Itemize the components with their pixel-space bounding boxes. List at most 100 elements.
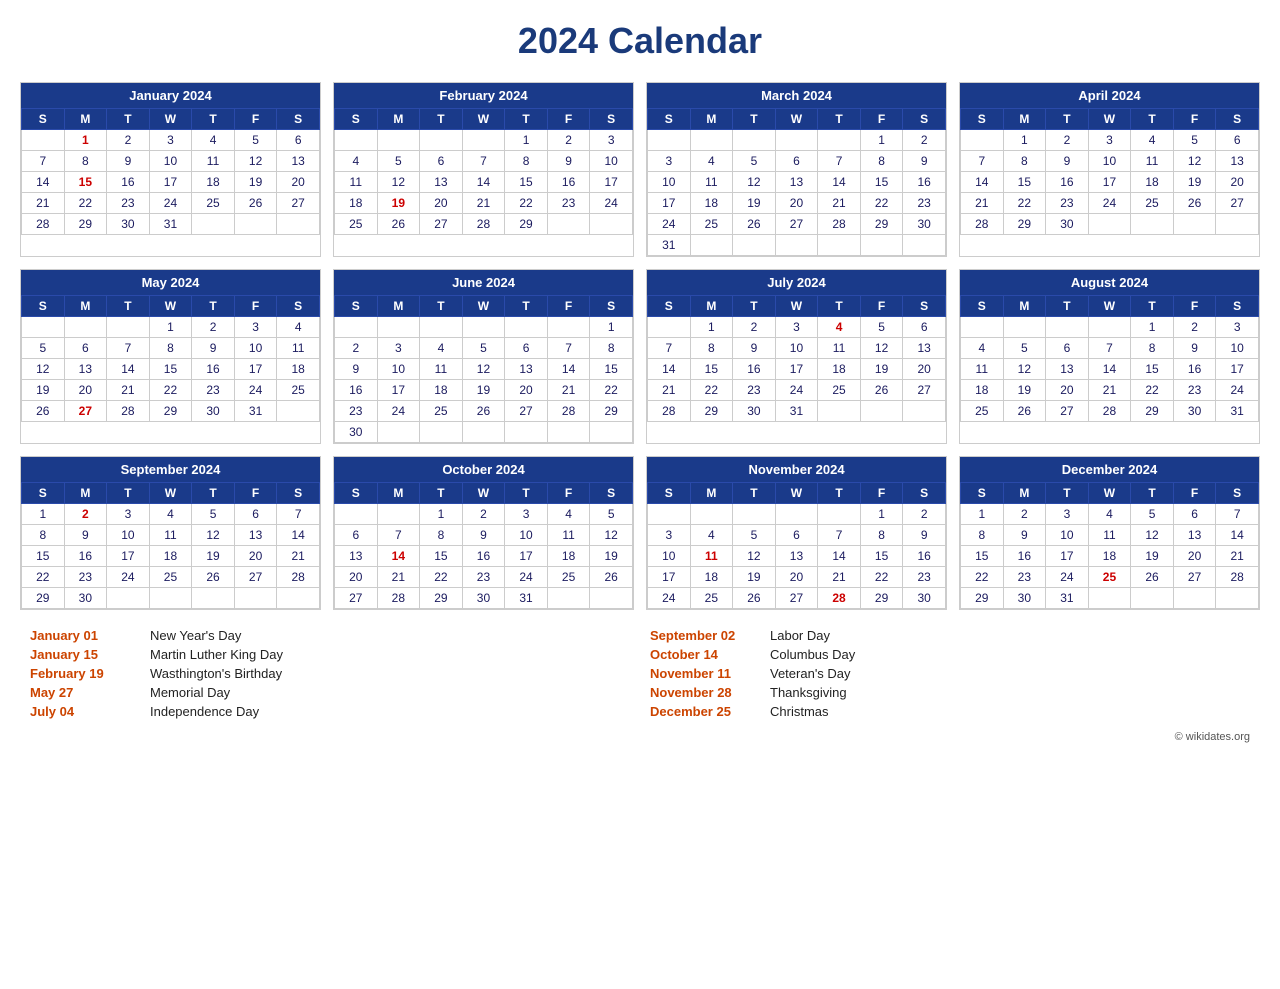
day-cell[interactable]: 25: [420, 401, 463, 422]
day-cell[interactable]: 17: [648, 567, 691, 588]
day-cell[interactable]: 9: [462, 525, 505, 546]
day-cell[interactable]: 21: [818, 193, 861, 214]
day-cell[interactable]: 27: [277, 193, 320, 214]
day-cell[interactable]: [1173, 214, 1216, 235]
day-cell[interactable]: 28: [818, 588, 861, 609]
day-cell[interactable]: [1088, 588, 1131, 609]
day-cell[interactable]: 13: [234, 525, 277, 546]
day-cell[interactable]: 2: [1173, 317, 1216, 338]
day-cell[interactable]: 3: [1088, 130, 1131, 151]
day-cell[interactable]: 1: [961, 504, 1004, 525]
day-cell[interactable]: 1: [860, 504, 903, 525]
day-cell[interactable]: 14: [818, 546, 861, 567]
day-cell[interactable]: 5: [860, 317, 903, 338]
day-cell[interactable]: 13: [1173, 525, 1216, 546]
day-cell[interactable]: 23: [64, 567, 107, 588]
day-cell[interactable]: 3: [377, 338, 420, 359]
day-cell[interactable]: 26: [192, 567, 235, 588]
day-cell[interactable]: [547, 422, 590, 443]
day-cell[interactable]: 21: [961, 193, 1004, 214]
day-cell[interactable]: 20: [335, 567, 378, 588]
day-cell[interactable]: 10: [775, 338, 818, 359]
day-cell[interactable]: 17: [107, 546, 150, 567]
day-cell[interactable]: 15: [505, 172, 548, 193]
day-cell[interactable]: [775, 504, 818, 525]
day-cell[interactable]: 3: [107, 504, 150, 525]
day-cell[interactable]: 14: [961, 172, 1004, 193]
day-cell[interactable]: [462, 422, 505, 443]
day-cell[interactable]: 4: [547, 504, 590, 525]
day-cell[interactable]: 20: [420, 193, 463, 214]
day-cell[interactable]: [420, 422, 463, 443]
day-cell[interactable]: 12: [860, 338, 903, 359]
day-cell[interactable]: 18: [420, 380, 463, 401]
day-cell[interactable]: 2: [1003, 504, 1046, 525]
day-cell[interactable]: 11: [1131, 151, 1174, 172]
day-cell[interactable]: [1131, 214, 1174, 235]
day-cell[interactable]: 21: [462, 193, 505, 214]
day-cell[interactable]: 28: [377, 588, 420, 609]
day-cell[interactable]: 27: [1046, 401, 1089, 422]
day-cell[interactable]: 23: [192, 380, 235, 401]
day-cell[interactable]: 9: [192, 338, 235, 359]
day-cell[interactable]: 18: [818, 359, 861, 380]
day-cell[interactable]: 19: [1003, 380, 1046, 401]
day-cell[interactable]: 6: [1173, 504, 1216, 525]
day-cell[interactable]: 18: [961, 380, 1004, 401]
day-cell[interactable]: 2: [192, 317, 235, 338]
day-cell[interactable]: 21: [547, 380, 590, 401]
day-cell[interactable]: 22: [420, 567, 463, 588]
day-cell[interactable]: 2: [903, 130, 946, 151]
day-cell[interactable]: 12: [1131, 525, 1174, 546]
day-cell[interactable]: [818, 235, 861, 256]
day-cell[interactable]: 28: [1088, 401, 1131, 422]
day-cell[interactable]: 25: [149, 567, 192, 588]
day-cell[interactable]: 16: [1173, 359, 1216, 380]
day-cell[interactable]: 16: [64, 546, 107, 567]
day-cell[interactable]: 11: [420, 359, 463, 380]
day-cell[interactable]: 18: [192, 172, 235, 193]
day-cell[interactable]: 31: [149, 214, 192, 235]
day-cell[interactable]: [1131, 588, 1174, 609]
day-cell[interactable]: 2: [733, 317, 776, 338]
day-cell[interactable]: 8: [149, 338, 192, 359]
day-cell[interactable]: 26: [1131, 567, 1174, 588]
day-cell[interactable]: [733, 504, 776, 525]
day-cell[interactable]: 1: [860, 130, 903, 151]
day-cell[interactable]: 2: [335, 338, 378, 359]
day-cell[interactable]: 15: [690, 359, 733, 380]
day-cell[interactable]: 26: [733, 588, 776, 609]
day-cell[interactable]: 23: [335, 401, 378, 422]
day-cell[interactable]: 2: [462, 504, 505, 525]
day-cell[interactable]: 26: [860, 380, 903, 401]
day-cell[interactable]: [505, 422, 548, 443]
day-cell[interactable]: 23: [903, 193, 946, 214]
day-cell[interactable]: 4: [690, 151, 733, 172]
day-cell[interactable]: 7: [22, 151, 65, 172]
day-cell[interactable]: 29: [1003, 214, 1046, 235]
day-cell[interactable]: 7: [818, 151, 861, 172]
day-cell[interactable]: 17: [1088, 172, 1131, 193]
day-cell[interactable]: 12: [462, 359, 505, 380]
day-cell[interactable]: 10: [505, 525, 548, 546]
day-cell[interactable]: 10: [107, 525, 150, 546]
day-cell[interactable]: 25: [335, 214, 378, 235]
day-cell[interactable]: 8: [860, 151, 903, 172]
day-cell[interactable]: [818, 130, 861, 151]
day-cell[interactable]: 27: [1173, 567, 1216, 588]
day-cell[interactable]: [547, 588, 590, 609]
day-cell[interactable]: 11: [1088, 525, 1131, 546]
day-cell[interactable]: 26: [1173, 193, 1216, 214]
day-cell[interactable]: 18: [335, 193, 378, 214]
day-cell[interactable]: 27: [775, 214, 818, 235]
day-cell[interactable]: 12: [733, 546, 776, 567]
day-cell[interactable]: 22: [22, 567, 65, 588]
day-cell[interactable]: 25: [547, 567, 590, 588]
day-cell[interactable]: 23: [903, 567, 946, 588]
day-cell[interactable]: 13: [335, 546, 378, 567]
day-cell[interactable]: [1088, 214, 1131, 235]
day-cell[interactable]: 7: [277, 504, 320, 525]
day-cell[interactable]: 9: [1046, 151, 1089, 172]
day-cell[interactable]: 19: [462, 380, 505, 401]
day-cell[interactable]: 10: [149, 151, 192, 172]
